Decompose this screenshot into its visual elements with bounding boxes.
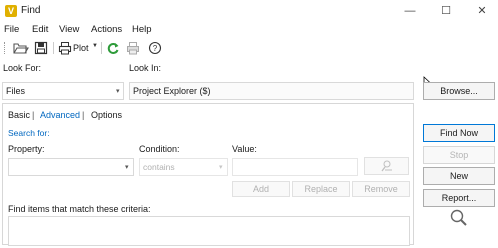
condition-label: Condition: <box>139 144 180 154</box>
minimize-button[interactable]: — <box>394 0 426 22</box>
value-field <box>232 158 358 176</box>
new-button[interactable]: New <box>423 167 495 185</box>
menu-view[interactable]: View <box>59 24 79 35</box>
condition-value: contains <box>143 162 175 172</box>
property-label: Property: <box>8 144 45 154</box>
toolbar-grip <box>4 42 6 54</box>
criteria-label: Find items that match these criteria: <box>8 204 151 214</box>
svg-text:?: ? <box>153 44 158 53</box>
chevron-down-icon[interactable]: ▼ <box>92 43 98 49</box>
tab-separator: | <box>32 110 35 120</box>
tab-basic[interactable]: Basic <box>8 110 30 120</box>
remove-button: Remove <box>352 181 410 197</box>
report-button[interactable]: Report... <box>423 189 495 207</box>
chevron-down-icon[interactable]: ▾ <box>116 87 120 95</box>
vault-app-icon: V <box>5 5 17 17</box>
tab-separator-2: | <box>82 110 85 120</box>
browse-button[interactable]: Browse... <box>423 82 495 100</box>
menu-edit[interactable]: Edit <box>32 24 48 35</box>
find-now-button[interactable]: Find Now <box>423 124 495 142</box>
look-for-value: Files <box>6 86 26 96</box>
look-in-label: Look In: <box>129 63 162 73</box>
look-in-value: Project Explorer ($) <box>133 86 211 96</box>
value-label: Value: <box>232 144 257 154</box>
open-folder-icon[interactable] <box>13 41 29 55</box>
criteria-list[interactable] <box>8 216 410 246</box>
help-icon[interactable]: ? <box>148 41 162 55</box>
menu-actions[interactable]: Actions <box>91 24 122 35</box>
add-button: Add <box>232 181 290 197</box>
chevron-down-icon: ▾ <box>219 164 223 171</box>
tab-options[interactable]: Options <box>91 110 122 120</box>
menu-file[interactable]: File <box>4 24 19 35</box>
save-icon[interactable] <box>34 41 48 55</box>
window-title: Find <box>21 5 41 16</box>
print-icon[interactable] <box>58 41 72 55</box>
toolbar-separator-2 <box>101 42 102 54</box>
replace-button: Replace <box>292 181 350 197</box>
property-combo[interactable] <box>8 158 134 176</box>
menu-help[interactable]: Help <box>132 24 152 35</box>
search-icon <box>450 209 467 226</box>
user-search-icon <box>381 160 392 172</box>
printer-disabled-icon <box>127 42 139 55</box>
plot-button-label[interactable]: Plot <box>73 43 89 53</box>
chevron-down-icon[interactable]: ▾ <box>125 163 129 171</box>
stop-button: Stop <box>423 146 495 164</box>
close-button[interactable]: ✕ <box>466 0 498 22</box>
refresh-icon[interactable] <box>106 41 120 55</box>
maximize-button[interactable]: ☐ <box>430 0 462 22</box>
tab-advanced[interactable]: Advanced <box>40 110 80 120</box>
toolbar-separator <box>53 42 54 54</box>
look-for-label: Look For: <box>3 63 42 73</box>
search-for-label: Search for: <box>8 128 50 138</box>
